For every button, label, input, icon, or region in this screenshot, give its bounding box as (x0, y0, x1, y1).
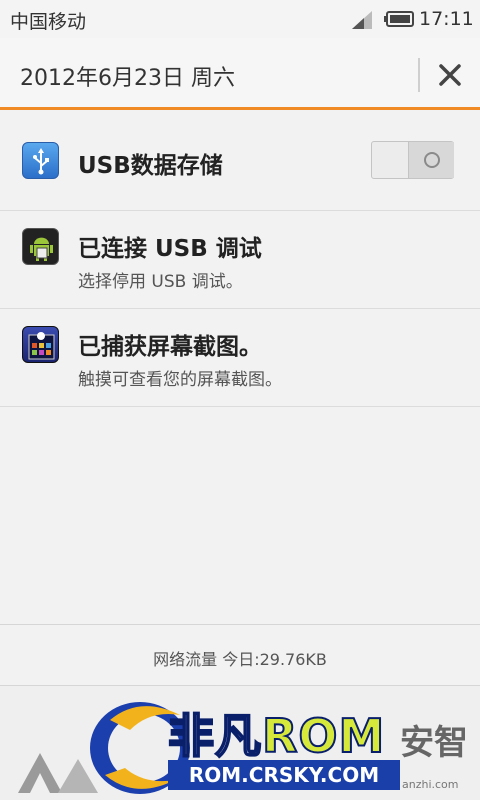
notification-title: 已连接 USB 调试 (78, 236, 262, 262)
notification-subtitle: 触摸可查看您的屏幕截图。 (78, 370, 282, 390)
clock: 17:11 (419, 8, 474, 30)
status-bar: 中国移动 17:11 (0, 0, 480, 38)
header-divider (418, 58, 420, 92)
watermark-anzhi-url: anzhi.com (402, 778, 459, 791)
toggle-knob (424, 152, 440, 168)
network-traffic-bar[interactable]: 网络流量 今日:29.76KB (0, 624, 480, 686)
watermark-anzhi: 安智 (400, 723, 468, 763)
date-label: 2012年6月23日 周六 (20, 66, 235, 91)
watermark-brand-suffix: ROM (261, 708, 386, 764)
signal-icon (352, 11, 372, 29)
close-icon[interactable] (437, 62, 463, 88)
carrier-label: 中国移动 (10, 11, 87, 33)
usb-storage-toggle[interactable] (371, 141, 454, 179)
usb-icon (22, 142, 59, 179)
notification-usb-debug[interactable]: 已连接 USB 调试 选择停用 USB 调试。 (0, 211, 480, 309)
notification-subtitle: 选择停用 USB 调试。 (78, 272, 243, 292)
watermark-brand: 非凡ROM (167, 700, 386, 766)
notification-usb-storage[interactable]: USB数据存储 (0, 113, 480, 211)
notification-title: 已捕获屏幕截图。 (78, 334, 262, 360)
watermark-brand-prefix: 非凡 (167, 708, 262, 764)
screenshot-icon (22, 326, 59, 363)
notification-list: USB数据存储 已连接 USB 调试 选择停用 USB 调试。 已捕获屏幕截图。… (0, 113, 480, 407)
android-debug-icon (22, 228, 59, 265)
network-traffic-label: 网络流量 今日:29.76KB (153, 650, 327, 669)
notification-header: 2012年6月23日 周六 (0, 38, 480, 110)
notification-title: USB数据存储 (78, 153, 223, 179)
watermark-url: ROM.CRSKY.COM (168, 760, 400, 790)
notification-screenshot[interactable]: 已捕获屏幕截图。 触摸可查看您的屏幕截图。 (0, 309, 480, 407)
battery-icon (384, 11, 414, 27)
